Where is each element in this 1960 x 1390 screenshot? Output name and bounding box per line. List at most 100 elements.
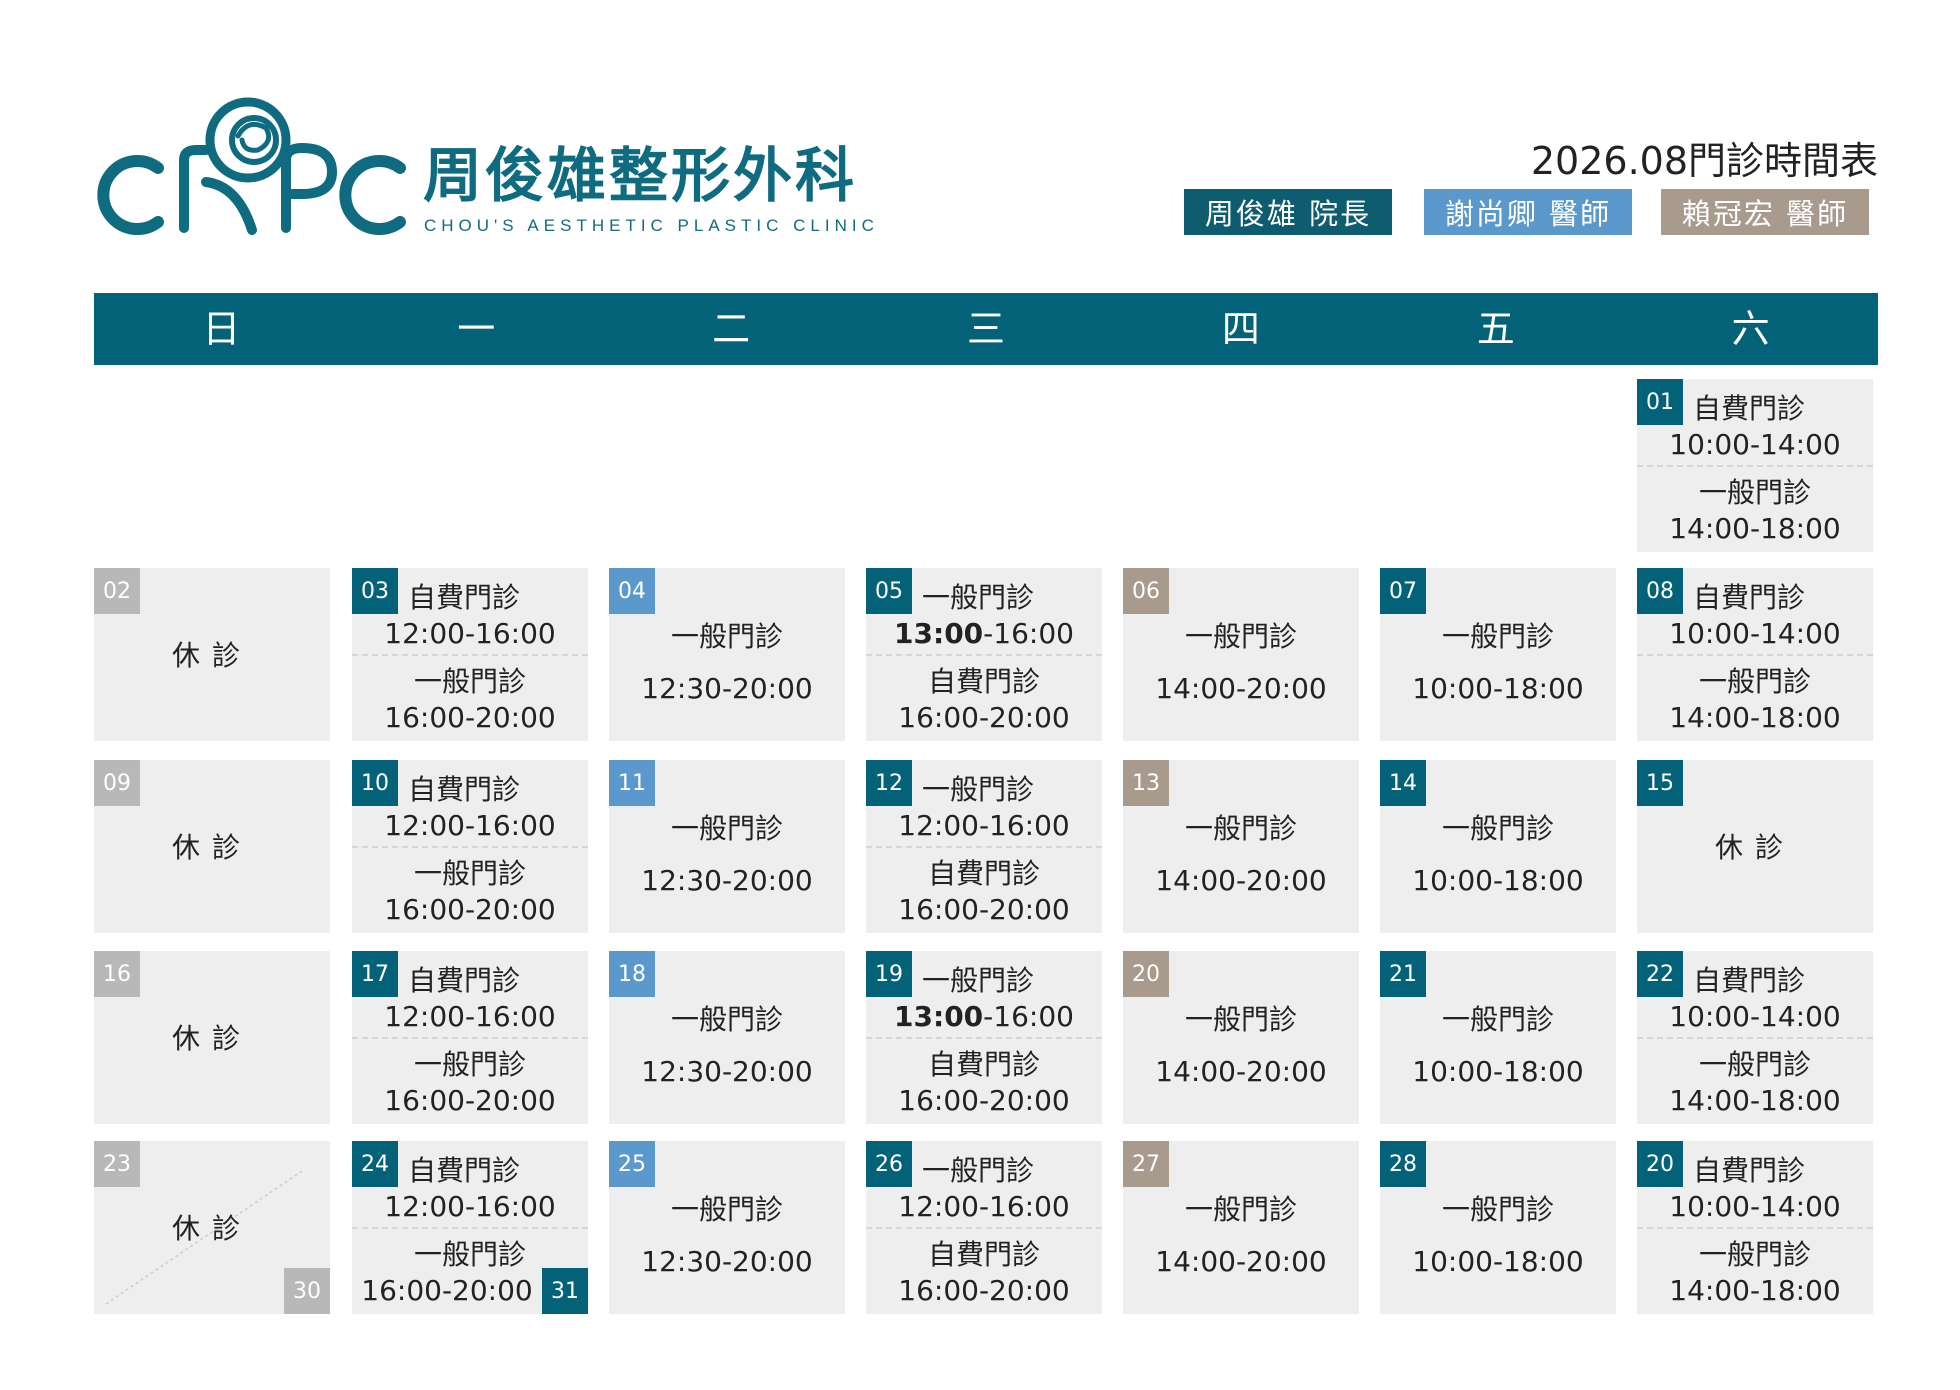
session-time: 14:00-18:00: [1669, 701, 1841, 734]
session-type: 自費門診: [408, 964, 521, 997]
closed-label: 休診: [171, 639, 252, 672]
day-cell: 20 一般門診 14:00-20:00: [1123, 951, 1359, 1124]
day-number-badge: 22: [1637, 951, 1683, 997]
session-time: 12:00-16:00: [384, 617, 556, 650]
day-number-badge: 23: [94, 1141, 140, 1187]
session-type: 一般門診: [1698, 1048, 1811, 1081]
session-type: 自費門診: [1693, 392, 1806, 425]
session-time: 10:00-18:00: [1412, 672, 1584, 705]
day-cell: 04 一般門診 12:30-20:00: [609, 568, 845, 741]
session-divider: [352, 846, 588, 848]
session-time: 16:00-20:00: [384, 893, 556, 926]
session-type: 一般門診: [1184, 1003, 1297, 1036]
session-type: 自費門診: [1693, 964, 1806, 997]
day-cell: 05 一般門診 13:00-16:00 自費門診 16:00-20:00: [866, 568, 1102, 741]
day-number-badge: 07: [1380, 568, 1426, 614]
day-number-badge: 11: [609, 760, 655, 806]
session-type: 自費門診: [408, 773, 521, 806]
weekday-tue: 二: [712, 307, 751, 351]
day-number-badge: 09: [94, 760, 140, 806]
day-number-badge: 15: [1637, 760, 1683, 806]
day-cell: 10 自費門診 12:00-16:00 一般門診 16:00-20:00: [352, 760, 588, 933]
session-time: 16:00-20:00: [898, 1084, 1070, 1117]
session-type: 一般門診: [413, 857, 526, 890]
session-divider: [352, 654, 588, 656]
session-time: 10:00-14:00: [1669, 1000, 1841, 1033]
session-type: 一般門診: [670, 1003, 783, 1036]
day-cell: 16 休診: [94, 951, 330, 1124]
session-time: 10:00-14:00: [1669, 1190, 1841, 1223]
weekday-fri: 五: [1476, 307, 1515, 351]
session-divider: [352, 1037, 588, 1039]
session-divider: [866, 654, 1102, 656]
session-type: 一般門診: [1184, 620, 1297, 653]
session-divider: [866, 1227, 1102, 1229]
day-number-badge: 18: [609, 951, 655, 997]
weekday-header: 日 一 二 三 四 五 六: [94, 293, 1878, 365]
day-cell: 27 一般門診 14:00-20:00: [1123, 1141, 1359, 1314]
day-cell: 25 一般門診 12:30-20:00: [609, 1141, 845, 1314]
day-cell: 03 自費門診 12:00-16:00 一般門診 16:00-20:00: [352, 568, 588, 741]
day-number-badge: 20: [1637, 1141, 1683, 1187]
session-time: 16:00-20:00: [898, 1274, 1070, 1307]
session-type: 自費門診: [408, 581, 521, 614]
day-number-badge: 05: [866, 568, 912, 614]
day-cell: 21 一般門診 10:00-18:00: [1380, 951, 1616, 1124]
session-time: 10:00-18:00: [1412, 1055, 1584, 1088]
session-time: 12:30-20:00: [641, 672, 813, 705]
session-type: 自費門診: [927, 1048, 1040, 1081]
session-time-end: -16:00: [983, 617, 1074, 650]
legend-doctor-hsieh: 謝尚卿 醫師: [1424, 189, 1632, 235]
clinic-name-zh: 周俊雄整形外科: [423, 141, 858, 210]
session-time: 10:00-14:00: [1669, 428, 1841, 461]
day-number-badge: 20: [1123, 951, 1169, 997]
session-type: 一般門診: [922, 581, 1035, 614]
session-time: 14:00-20:00: [1155, 1245, 1327, 1278]
session-time: 12:00-16:00: [384, 1000, 556, 1033]
closed-label: 休診: [171, 1212, 252, 1245]
day-number-badge: 28: [1380, 1141, 1426, 1187]
session-time: 12:30-20:00: [641, 864, 813, 897]
day-cell: 08 自費門診 10:00-14:00 一般門診 14:00-18:00: [1637, 568, 1873, 741]
session-type: 一般門診: [1441, 812, 1554, 845]
day-number-badge: 12: [866, 760, 912, 806]
day-number-badge: 02: [94, 568, 140, 614]
session-type: 一般門診: [1184, 812, 1297, 845]
legend-director-chou: 周俊雄 院長: [1184, 189, 1392, 235]
day-number-badge: 13: [1123, 760, 1169, 806]
day-number-badge: 27: [1123, 1141, 1169, 1187]
session-divider: [1637, 1227, 1873, 1229]
closed-label: 休診: [171, 831, 252, 864]
session-time: 12:00-16:00: [898, 1190, 1070, 1223]
session-time: 16:00-20:00: [384, 701, 556, 734]
session-type: 自費門診: [927, 857, 1040, 890]
clinic-logo: 周俊雄整形外科 CHOU'S AESTHETIC PLASTIC CLINIC: [88, 90, 874, 250]
session-time: 12:30-20:00: [641, 1245, 813, 1278]
day-number-badge: 04: [609, 568, 655, 614]
closed-label: 休診: [1714, 831, 1795, 864]
day-number-badge: 30: [284, 1268, 330, 1314]
session-divider: [866, 1037, 1102, 1039]
session-time-start: 13:00: [894, 1000, 984, 1033]
session-time: 12:00-16:00: [898, 809, 1070, 842]
session-type: 一般門診: [1698, 476, 1811, 509]
session-type: 自費門診: [927, 1238, 1040, 1271]
day-cell: 11 一般門診 12:30-20:00: [609, 760, 845, 933]
session-type: 自費門診: [408, 1154, 521, 1187]
day-cell: 09 休診: [94, 760, 330, 933]
day-cell: 12 一般門診 12:00-16:00 自費門診 16:00-20:00: [866, 760, 1102, 933]
day-cell: 14 一般門診 10:00-18:00: [1380, 760, 1616, 933]
session-type: 一般門診: [1698, 665, 1811, 698]
day-cell: 22 自費門診 10:00-14:00 一般門診 14:00-18:00: [1637, 951, 1873, 1124]
day-number-badge: 21: [1380, 951, 1426, 997]
session-time: 16:00-20:00: [898, 893, 1070, 926]
session-type: 一般門診: [670, 812, 783, 845]
session-time: 16:00-20:00: [384, 1084, 556, 1117]
day-number-badge: 03: [352, 568, 398, 614]
session-type: 一般門診: [922, 964, 1035, 997]
day-number-badge: 17: [352, 951, 398, 997]
session-time-start: 13:00: [894, 617, 984, 650]
session-type: 一般門診: [413, 1238, 526, 1271]
session-time: 12:30-20:00: [641, 1055, 813, 1088]
session-type: 一般門診: [670, 620, 783, 653]
